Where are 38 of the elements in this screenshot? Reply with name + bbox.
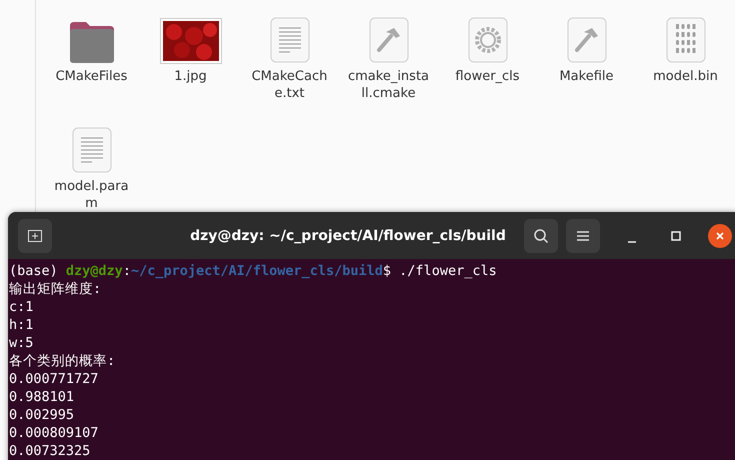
file-name[interactable]: model.bin [644,68,728,85]
terminal-line: 输出矩阵维度: [9,280,102,298]
close-icon [715,230,725,240]
text-file-icon [268,16,312,64]
terminal-line: h:1 [9,316,34,334]
window-title: dzy@dzy: ~/c_project/AI/flower_cls/build [189,228,507,244]
hammer-file-icon [564,16,608,64]
menu-icon [576,230,590,242]
terminal-line: 0.988101 [9,388,76,406]
terminal-line: 0.000809107 [9,424,100,442]
terminal-line: 0.00732325 [9,442,92,460]
file-name[interactable]: cmake_install.cmake [346,68,430,102]
file-name[interactable]: 1.jpg [148,68,232,85]
folder-icon [68,20,116,64]
file-name[interactable]: CMakeFiles [50,68,134,85]
terminal-line: 0.002995 [9,406,76,424]
terminal-line: 0.000771727 [9,370,100,388]
close-button[interactable] [708,224,732,248]
binary-file-icon [664,16,708,64]
search-icon [533,228,549,244]
image-thumbnail [160,18,222,64]
terminal-line: (base) dzy@dzy:~/c_project/AI/flower_cls/build$ ./flower_cls [9,262,498,280]
new-tab-button[interactable] [18,218,52,252]
menu-button[interactable] [566,218,600,252]
minimize-icon [627,240,637,242]
terminal-line: w:5 [9,334,34,352]
terminal-line: c:1 [9,298,34,316]
new-tab-icon [27,228,43,244]
search-button[interactable] [524,218,558,252]
text-file-icon [70,126,114,174]
maximize-icon [671,230,681,240]
terminal-line: 各个类别的概率: [9,352,116,370]
gear-file-icon [466,16,510,64]
file-name[interactable]: model.param [50,178,134,212]
file-name[interactable]: CMakeCache.txt [248,68,332,102]
file-name[interactable]: Makefile [544,68,628,85]
file-name[interactable]: flower_cls [446,68,530,85]
hammer-file-icon [366,16,410,64]
